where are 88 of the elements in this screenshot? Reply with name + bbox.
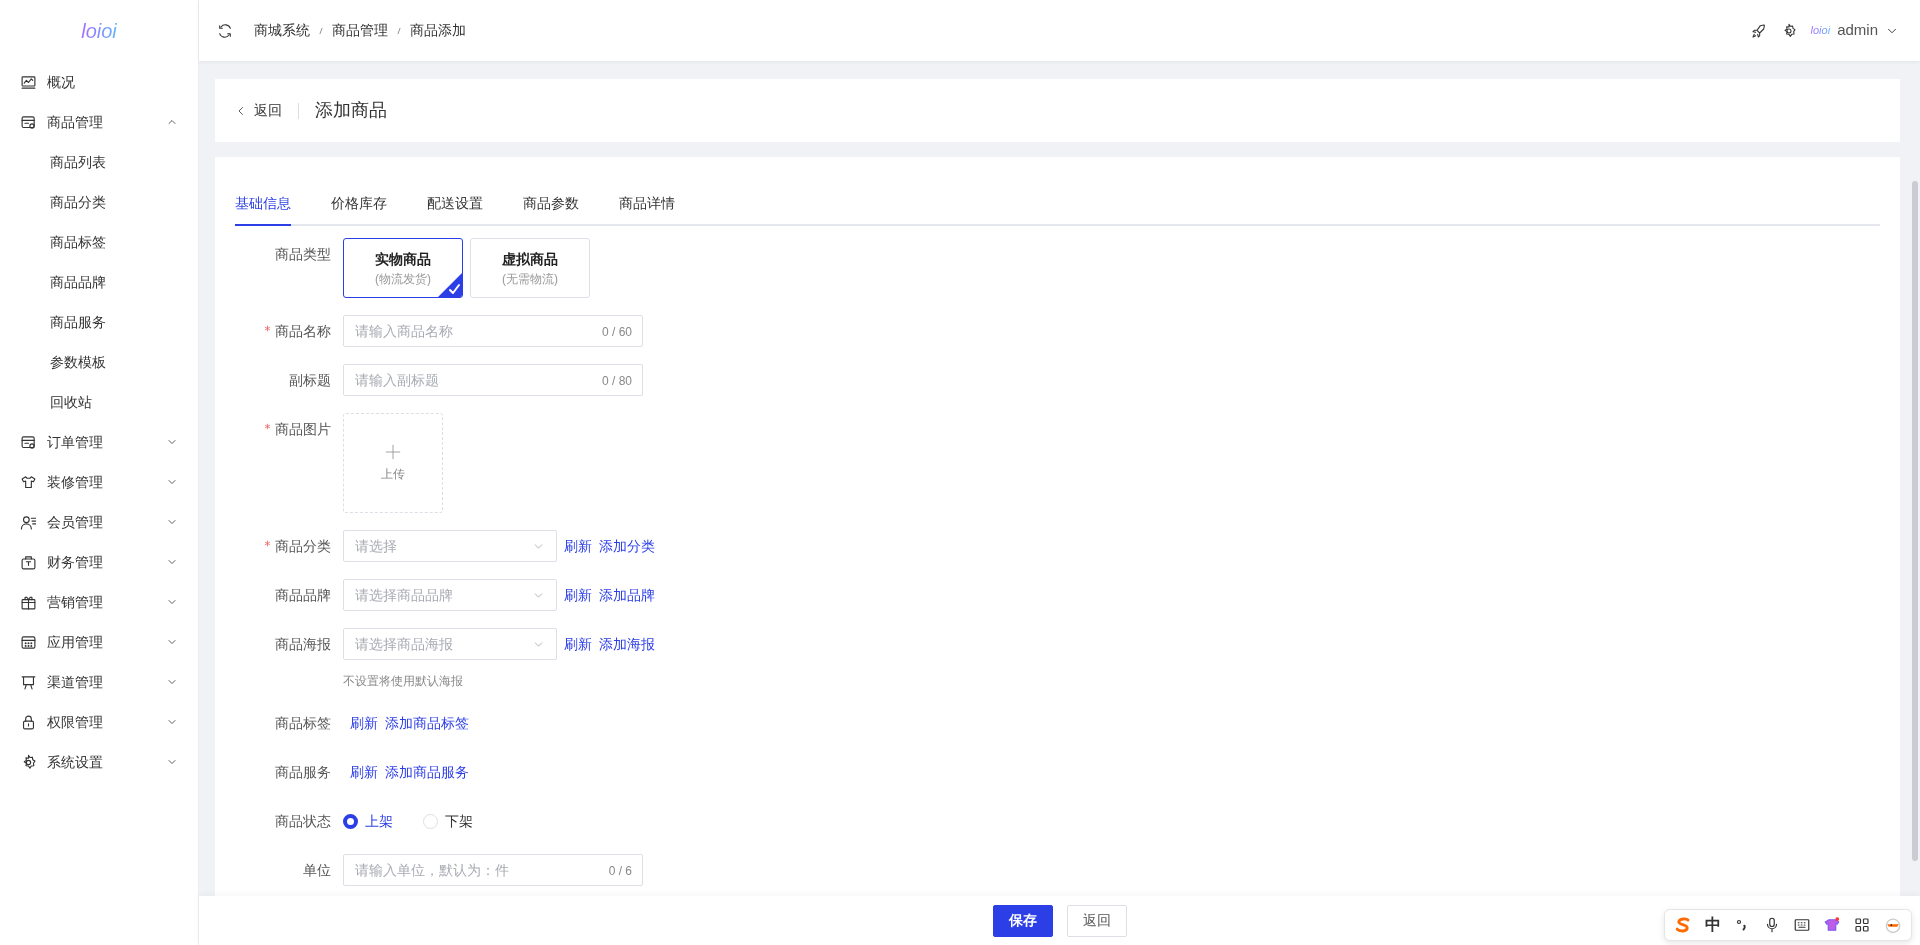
select-field[interactable]: 请选择商品品牌 [343, 579, 557, 612]
refresh-icon[interactable] [216, 22, 233, 39]
action-link[interactable]: 添加品牌 [599, 585, 655, 606]
sidebar-subitem[interactable]: 参数模板 [0, 342, 198, 382]
action-link[interactable]: 添加分类 [599, 536, 655, 557]
tab[interactable]: 商品详情 [619, 183, 675, 227]
upload-label: 上传 [381, 466, 405, 484]
sidebar-item[interactable]: 订单管理 [0, 422, 198, 462]
tab[interactable]: 基础信息 [235, 183, 291, 227]
user-icon [20, 513, 37, 531]
order-card-icon [20, 433, 37, 451]
type-option[interactable]: 虚拟商品 (无需物流) [470, 238, 590, 299]
scrollbar-thumb[interactable] [1912, 181, 1918, 862]
chart-icon [20, 73, 37, 91]
sidebar-item[interactable]: 营销管理 [0, 582, 198, 622]
grid-icon [20, 633, 37, 651]
action-link[interactable]: 添加商品服务 [385, 762, 469, 783]
sidebar-item[interactable]: 会员管理 [0, 502, 198, 542]
char-counter: 0 / 80 [601, 373, 632, 391]
tab[interactable]: 配送设置 [427, 183, 483, 227]
board-icon [20, 673, 37, 691]
hint-text: 不设置将使用默认海报 [343, 673, 464, 691]
sidebar-subitem[interactable]: 商品标签 [0, 222, 198, 262]
sidebar-subitem[interactable]: 商品品牌 [0, 262, 198, 302]
field-label: 商品分类 [275, 537, 331, 557]
action-link[interactable]: 刷新 [564, 634, 592, 655]
sidebar-item[interactable]: 概况 [0, 62, 198, 102]
breadcrumb-link[interactable]: 商城系统 [253, 20, 310, 42]
action-link[interactable]: 添加商品标签 [385, 713, 469, 734]
sidebar-item[interactable]: 权限管理 [0, 702, 198, 742]
select-field[interactable]: 请选择商品海报 [343, 628, 557, 661]
action-link[interactable]: 刷新 [350, 762, 378, 783]
option-title: 虚拟商品 [502, 250, 558, 269]
input-mode-toggle[interactable]: 中 [1705, 913, 1721, 937]
wallet-icon [20, 553, 37, 571]
user-name[interactable]: admin [1837, 19, 1878, 42]
action-link[interactable]: 刷新 [350, 713, 378, 734]
shirt-icon[interactable] [1823, 916, 1841, 934]
action-link[interactable]: 刷新 [564, 536, 592, 557]
sidebar-item[interactable]: 装修管理 [0, 462, 198, 502]
field-label: 商品图片 [275, 420, 331, 440]
sidebar-subitem[interactable]: 商品分类 [0, 182, 198, 222]
option-subtitle: (物流发货) [375, 271, 431, 288]
option-title: 实物商品 [375, 250, 431, 269]
breadcrumb-link[interactable]: 商品管理 [331, 20, 388, 42]
keyboard-icon[interactable] [1793, 916, 1811, 934]
radio-button[interactable] [343, 814, 358, 829]
field-label: 商品状态 [275, 812, 331, 832]
plus-icon [384, 443, 402, 462]
tshirt-icon [20, 473, 37, 491]
type-option[interactable]: 实物商品 (物流发货) [343, 238, 463, 299]
sidebar-item[interactable]: 系统设置 [0, 742, 198, 782]
field-label: 单位 [303, 861, 331, 881]
page-title: 添加商品 [315, 99, 387, 123]
field-label: 商品品牌 [275, 586, 331, 606]
save-button[interactable]: 保存 [992, 904, 1053, 937]
tab[interactable]: 商品参数 [523, 183, 579, 227]
radio-label: 下架 [445, 812, 473, 831]
field-label: 商品服务 [275, 763, 331, 783]
action-link[interactable]: 刷新 [564, 585, 592, 606]
upload-box[interactable]: 上传 [343, 413, 443, 514]
field-label: 商品名称 [275, 322, 331, 342]
field-label: 商品海报 [275, 635, 331, 655]
field-label: 商品类型 [275, 245, 331, 265]
lock-icon [20, 713, 37, 731]
breadcrumb-current: 商品添加 [409, 21, 466, 41]
sidebar-subitem[interactable]: 商品列表 [0, 142, 198, 182]
sidebar-item[interactable]: 财务管理 [0, 542, 198, 582]
store-card-icon [20, 113, 37, 131]
char-counter: 0 / 6 [608, 863, 632, 881]
field-label: 副标题 [289, 371, 331, 391]
rocket-icon[interactable] [1750, 22, 1767, 39]
option-subtitle: (无需物流) [502, 271, 558, 288]
check-icon [438, 273, 462, 298]
field-label: 商品标签 [275, 714, 331, 734]
radio-label: 上架 [365, 812, 393, 831]
select-field[interactable]: 请选择 [343, 530, 557, 563]
back-button[interactable]: 返回 [1066, 904, 1127, 937]
sidebar-item[interactable]: 应用管理 [0, 622, 198, 662]
sidebar-item[interactable]: 渠道管理 [0, 662, 198, 702]
back-link[interactable]: 返回 [235, 100, 282, 122]
sidebar-subitem[interactable]: 商品服务 [0, 302, 198, 342]
apps-icon[interactable] [1853, 916, 1871, 934]
sidebar-subitem[interactable]: 回收站 [0, 382, 198, 422]
tab[interactable]: 价格库存 [331, 183, 387, 227]
char-counter: 0 / 60 [601, 324, 632, 342]
action-link[interactable]: 添加海报 [599, 634, 655, 655]
sidebar-item[interactable]: 商品管理 [0, 102, 198, 142]
